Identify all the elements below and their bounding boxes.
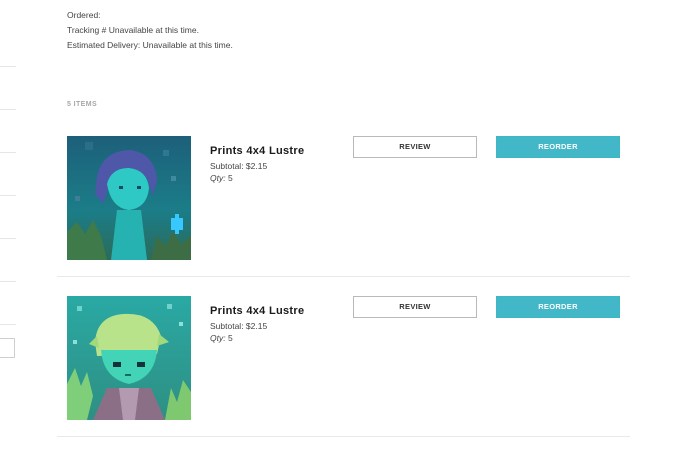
sidebar-divider [0,66,16,67]
sidebar-divider [0,324,16,325]
order-details: Ordered: Tracking # Unavailable at this … [67,8,233,53]
product-thumbnail[interactable] [67,136,191,260]
pixel-art-image [67,296,191,420]
sidebar-divider [0,238,16,239]
item-subtotal: Subtotal: $2.15 [210,321,268,331]
sidebar-input-edge[interactable] [0,338,15,358]
pixel-art-image [67,136,191,260]
qty-label: Qty: [210,333,226,343]
estimated-delivery-label: Estimated Delivery: Unavailable at this … [67,40,233,50]
sidebar-divider [0,281,16,282]
reorder-button[interactable]: REORDER [496,296,620,318]
qty-value: 5 [227,173,233,183]
qty-label: Qty: [210,173,226,183]
product-thumbnail[interactable] [67,296,191,420]
qty-value: 5 [227,333,233,343]
item-title[interactable]: Prints 4x4 Lustre [210,305,304,317]
order-item-row: Prints 4x4 Lustre Subtotal: $2.15 Qty: 5… [57,136,630,277]
order-item-row: Prints 4x4 Lustre Subtotal: $2.15 Qty: 5… [57,296,630,437]
item-quantity: Qty: 5 [210,333,233,343]
review-button[interactable]: REVIEW [353,296,477,318]
sidebar-divider [0,152,16,153]
items-count-heading: 5 ITEMS [67,101,98,108]
ordered-label: Ordered: [67,10,101,20]
item-title[interactable]: Prints 4x4 Lustre [210,145,304,157]
item-quantity: Qty: 5 [210,173,233,183]
review-button[interactable]: REVIEW [353,136,477,158]
reorder-button[interactable]: REORDER [496,136,620,158]
left-sidebar-edge [0,0,16,453]
tracking-label: Tracking # Unavailable at this time. [67,25,199,35]
sidebar-divider [0,109,16,110]
item-subtotal: Subtotal: $2.15 [210,161,268,171]
sidebar-divider [0,195,16,196]
